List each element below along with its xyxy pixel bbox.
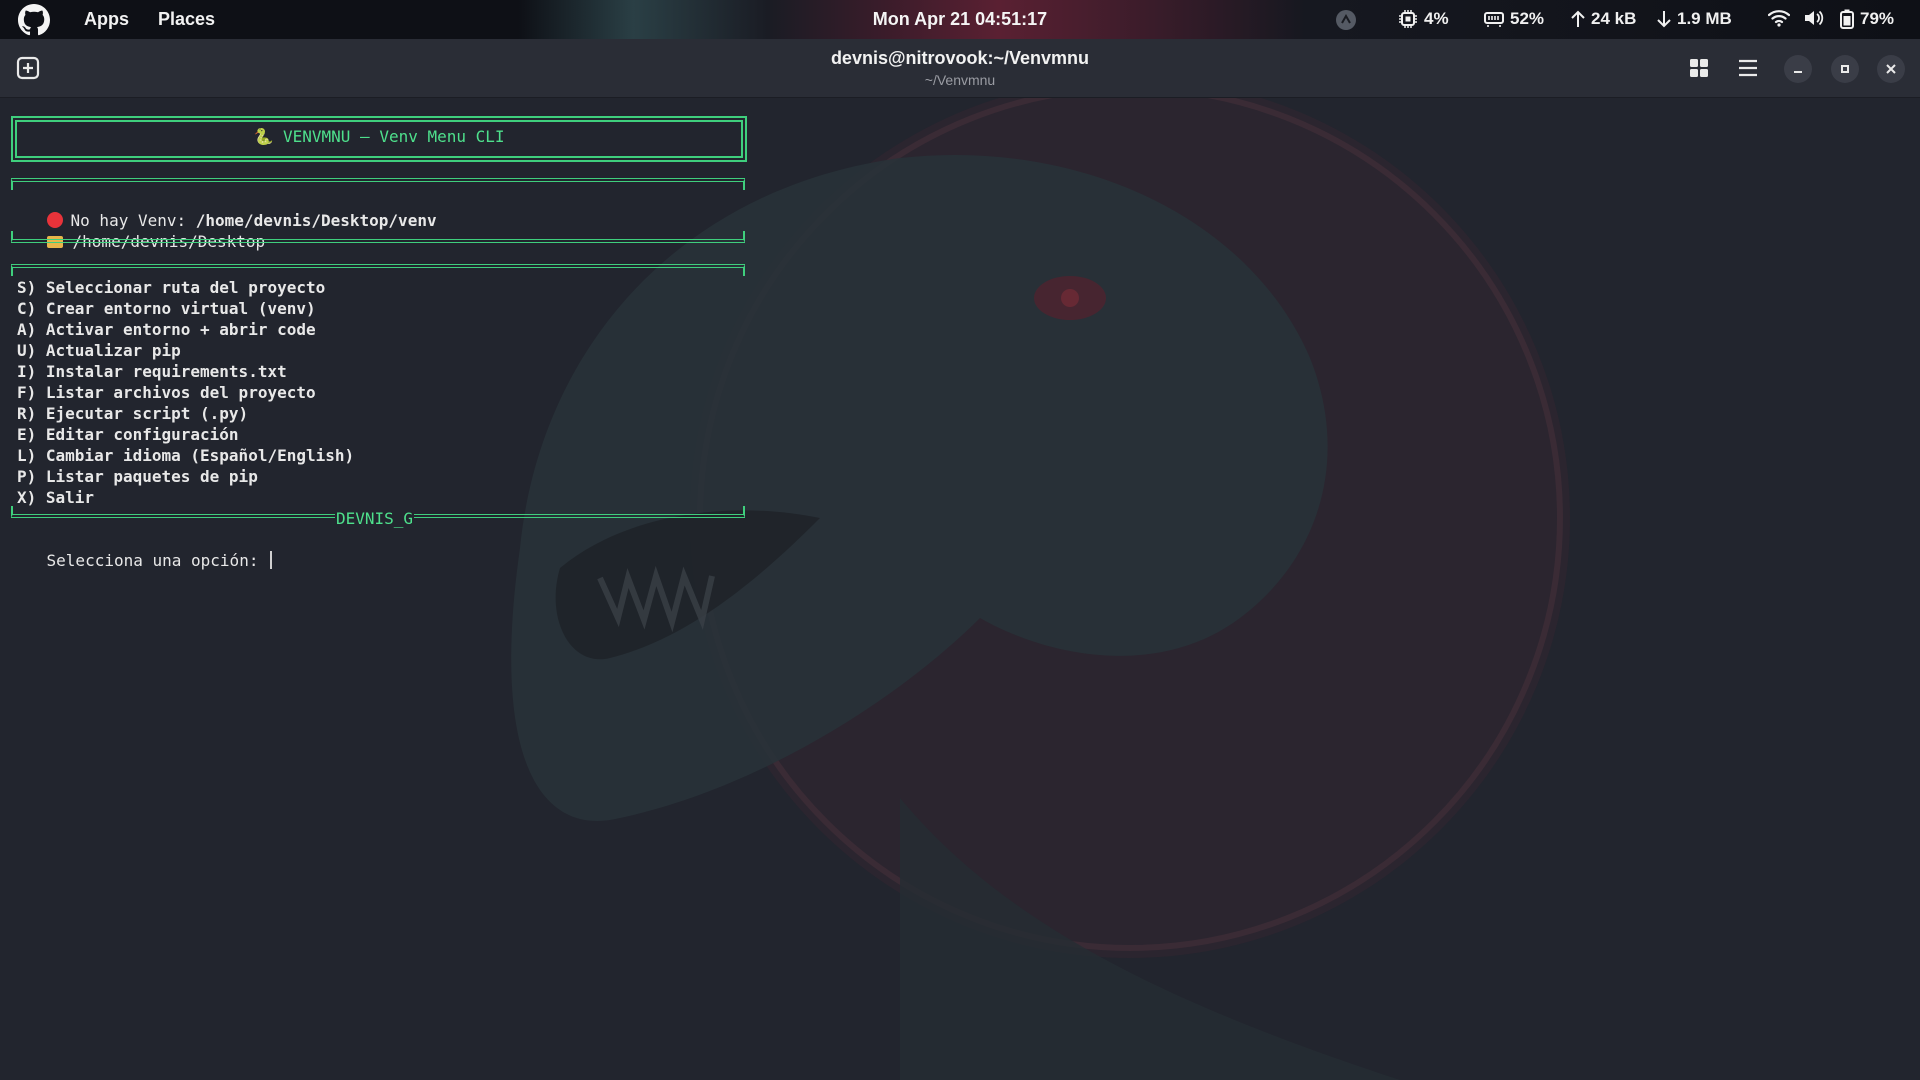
app-indicator[interactable]	[1335, 9, 1357, 31]
menu-item: S) Seleccionar ruta del proyecto	[17, 278, 326, 297]
menu-item: F) Listar archivos del proyecto	[17, 383, 316, 402]
cpu-value: 4%	[1424, 9, 1449, 28]
upload-value: 24 kB	[1591, 9, 1637, 28]
cpu-indicator[interactable]: 4%	[1398, 9, 1449, 29]
main-menu-button[interactable]	[1735, 55, 1761, 81]
grid-icon	[1690, 59, 1708, 77]
menu-item: E) Editar configuración	[17, 425, 239, 444]
prompt-line[interactable]: Selecciona una opción:	[8, 532, 273, 589]
menu-item: A) Activar entorno + abrir code	[17, 320, 316, 339]
status-panel-bottom	[11, 231, 745, 243]
places-menu[interactable]: Places	[158, 9, 215, 30]
status-panel-top	[11, 178, 745, 190]
minimize-button[interactable]	[1784, 55, 1812, 83]
close-icon	[1886, 64, 1896, 74]
battery-indicator[interactable]: 79%	[1840, 9, 1894, 29]
download-value: 1.9 MB	[1677, 9, 1732, 28]
text-cursor	[270, 551, 273, 569]
apps-menu[interactable]: Apps	[84, 9, 129, 30]
maximize-button[interactable]	[1831, 55, 1859, 83]
menu-item: L) Cambiar idioma (Español/English)	[17, 446, 355, 465]
download-arrow-icon	[1657, 11, 1671, 28]
memory-value: 52%	[1510, 9, 1545, 28]
volume-indicator[interactable]	[1803, 9, 1825, 27]
volume-icon	[1805, 10, 1824, 26]
upload-arrow-icon	[1571, 10, 1585, 27]
clock[interactable]: Mon Apr 21 04:51:17	[873, 9, 1047, 29]
status-app-icon	[1336, 10, 1356, 30]
window-header: devnis@nitrovook:~/Venvmnu ~/Venvmnu	[0, 39, 1920, 98]
window-title: devnis@nitrovook:~/Venvmnu	[830, 48, 1090, 68]
menu-panel-top	[11, 264, 745, 276]
window-subtitle: ~/Venvmnu	[924, 72, 996, 88]
menu-item: X) Salir	[17, 488, 95, 507]
wifi-indicator[interactable]	[1768, 9, 1790, 27]
menu-item: P) Listar paquetes de pip	[17, 467, 258, 486]
menu-item: R) Ejecutar script (.py)	[17, 404, 249, 423]
terminal-view[interactable]: 🐍 VENVMNU – Venv Menu CLI No hay Venv: /…	[0, 98, 1920, 1080]
close-button[interactable]	[1877, 55, 1905, 83]
memory-indicator[interactable]: 52%	[1484, 9, 1544, 29]
battery-icon	[1840, 9, 1854, 29]
tab-overview-button[interactable]	[1686, 55, 1712, 81]
minimize-icon	[1794, 71, 1802, 73]
prompt-text: Selecciona una opción:	[46, 551, 269, 570]
cpu-icon	[1399, 10, 1417, 28]
menu-icon	[1739, 59, 1757, 77]
wifi-icon	[1768, 10, 1790, 27]
upload-indicator[interactable]: 24 kB	[1571, 9, 1636, 29]
menu-item: I) Instalar requirements.txt	[17, 362, 287, 381]
memory-icon	[1484, 12, 1504, 27]
github-icon[interactable]	[18, 4, 50, 36]
download-indicator[interactable]: 1.9 MB	[1657, 9, 1732, 29]
menu-item: C) Crear entorno virtual (venv)	[17, 299, 316, 318]
menu-item: U) Actualizar pip	[17, 341, 181, 360]
footer-label: DEVNIS_G	[335, 509, 415, 528]
top-panel: Apps Places Mon Apr 21 04:51:17 4% 52% 2…	[0, 0, 1920, 39]
maximize-icon	[1841, 65, 1849, 73]
banner-title: 🐍 VENVMNU – Venv Menu CLI	[253, 127, 505, 146]
battery-value: 79%	[1860, 9, 1895, 28]
